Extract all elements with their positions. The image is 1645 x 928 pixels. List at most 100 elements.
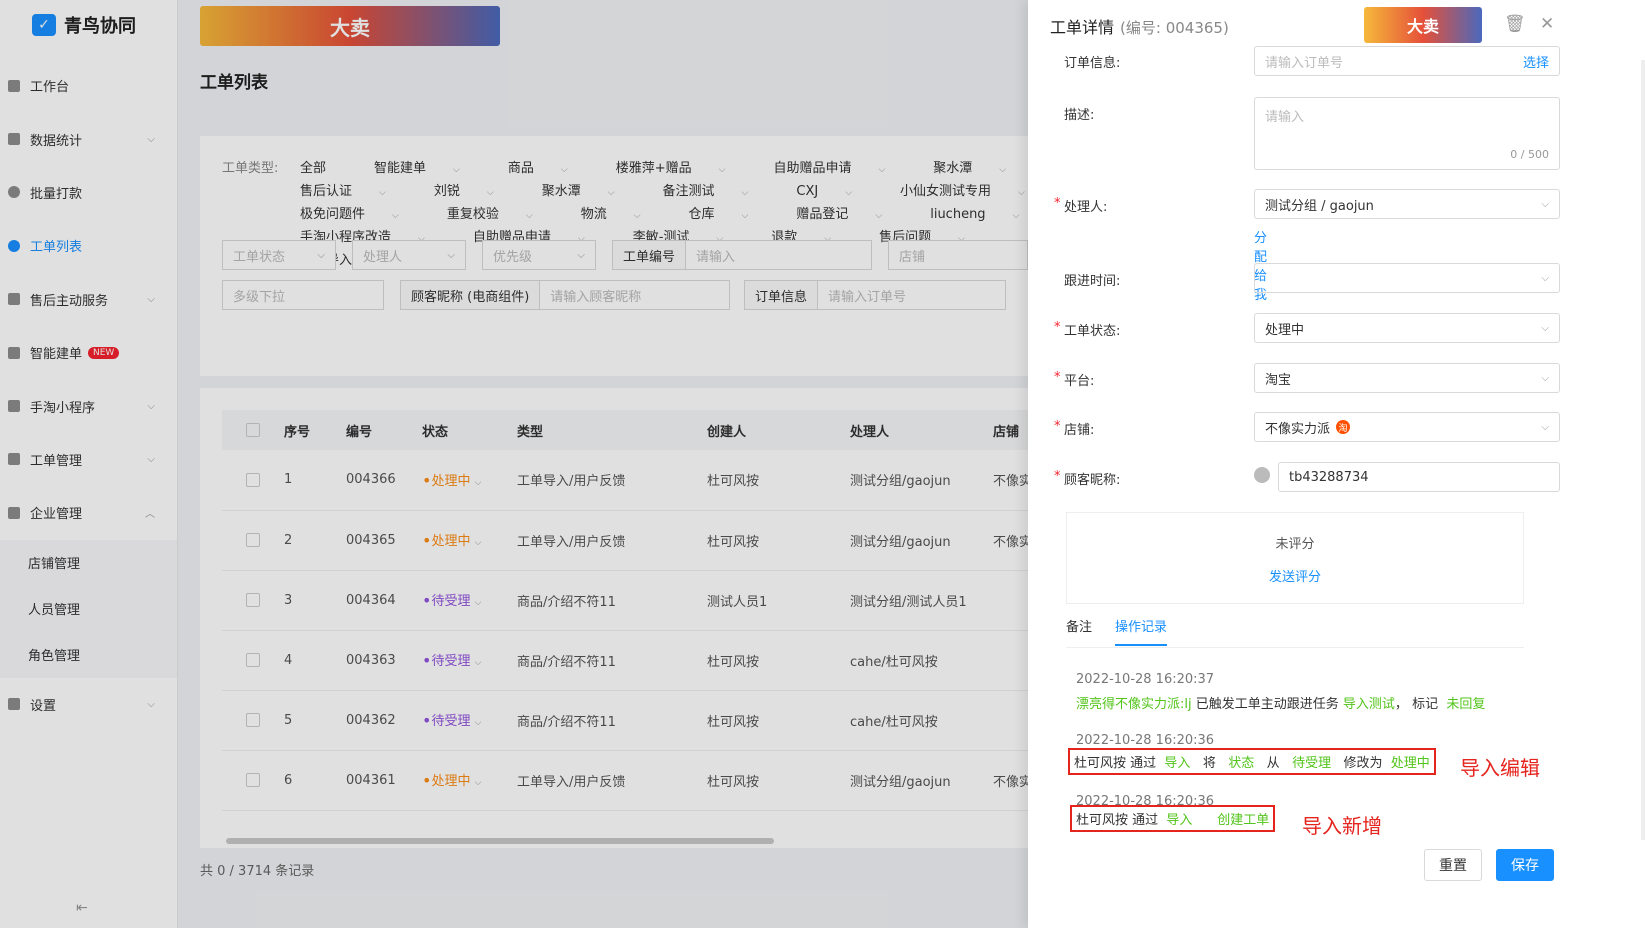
select-order-link[interactable]: 选择: [1523, 52, 1549, 71]
ticket-type-option[interactable]: 全部: [300, 158, 350, 179]
table-row[interactable]: 5 004362 •待受理 ⌵ 商品/介绍不符11 杜可风按 cahe/杜可风按: [222, 690, 1122, 751]
row-checkbox[interactable]: [246, 713, 260, 727]
cell-type: 工单导入/用户反馈: [517, 750, 707, 811]
sidebar-item-ticket-list[interactable]: 工单列表: [0, 219, 177, 272]
page-title: 工单列表: [200, 73, 268, 93]
ticket-type-option[interactable]: 极免问题件 ⌵: [300, 204, 423, 227]
table-row[interactable]: 2 004365 •处理中 ⌵ 工单导入/用户反馈 杜可风按 测试分组/gaojun 不像实: [222, 510, 1122, 571]
table-row[interactable]: 3 004364 •待受理 ⌵ 商品/介绍不符11 测试人员1 测试分组/测试人员1: [222, 570, 1122, 631]
status-select[interactable]: 处理中 ⌵: [1254, 313, 1560, 343]
ticket-type-option[interactable]: 刘锐 ⌵: [434, 181, 518, 204]
followup-time-select[interactable]: ⌵: [1254, 263, 1560, 293]
cell-status[interactable]: •待受理 ⌵: [422, 630, 517, 691]
sidebar-item-ticket-mgmt[interactable]: 工单管理 ⌵: [0, 433, 177, 486]
ticket-type-option[interactable]: 小仙女测试专用 ⌵: [900, 181, 1049, 204]
status-select[interactable]: 工单状态 ⌵: [222, 240, 336, 270]
status-label: * 工单状态:: [1054, 320, 1121, 339]
sidebar-item-smart-create[interactable]: 智能建单 NEW: [0, 326, 177, 379]
chevron-down-icon: ⌵: [474, 477, 482, 488]
trash-icon[interactable]: 🗑: [1504, 14, 1526, 34]
cell-no: 004362: [346, 690, 422, 751]
ticket-table-body: 1 004366 •处理中 ⌵ 工单导入/用户反馈 杜可风按 测试分组/gaojun 不像实…: [222, 450, 1122, 811]
table-row[interactable]: 4 004363 •待受理 ⌵ 商品/介绍不符11 杜可风按 cahe/杜可风按: [222, 630, 1122, 691]
collapse-sidebar-icon[interactable]: ⇤: [76, 900, 88, 916]
platform-select[interactable]: 淘宝 ⌵: [1254, 363, 1560, 393]
row-checkbox[interactable]: [246, 533, 260, 547]
multi-level-select[interactable]: 多级下拉: [222, 280, 384, 310]
required-mark: *: [1054, 469, 1061, 484]
customer-nick-field[interactable]: tb43288734: [1278, 462, 1560, 492]
ticket-type-option[interactable]: 自助赠品申请 ⌵: [773, 158, 909, 181]
row-checkbox[interactable]: [246, 472, 260, 487]
priority-select[interactable]: 优先级 ⌵: [482, 240, 596, 270]
ticket-type-option[interactable]: 赠品登记 ⌵: [796, 204, 906, 227]
row-checkbox[interactable]: [246, 653, 260, 667]
shop-select[interactable]: 店铺: [888, 240, 1028, 270]
ticket-type-option[interactable]: 仓库 ⌵: [689, 204, 773, 227]
status-badge: •处理中 ⌵: [422, 470, 482, 490]
shop-select[interactable]: 不像实力派淘 ⌵: [1254, 412, 1560, 442]
cell-handler: 测试分组/gaojun: [850, 750, 993, 811]
annotation-import-edit: 导入编辑: [1460, 756, 1540, 780]
annotation-import-add: 导入新增: [1302, 814, 1382, 838]
chevron-down-icon: ⌵: [633, 211, 641, 221]
cell-status[interactable]: •待受理 ⌵: [422, 690, 517, 751]
chevron-down-icon: ⌵: [147, 698, 155, 710]
sidebar-item-settings[interactable]: 设置 ⌵: [0, 678, 177, 731]
wangwang-icon[interactable]: [1254, 467, 1270, 483]
ticket-type-option[interactable]: 楼雅萍+赠品 ⌵: [616, 158, 750, 181]
table-row[interactable]: 6 004361 •处理中 ⌵ 工单导入/用户反馈 杜可风按 测试分组/gaojun 不像实: [222, 750, 1122, 811]
log-entry: 2022-10-28 16:20:36 杜可风按 通过 导入 将 状态 从 待受…: [1068, 733, 1436, 775]
ticket-type-option[interactable]: 重复校验 ⌵: [447, 204, 557, 227]
close-icon[interactable]: ✕: [1540, 14, 1554, 34]
app-logo[interactable]: ✓ 青鸟协同: [0, 0, 177, 50]
ticket-type-option[interactable]: 备注测试 ⌵: [663, 181, 773, 204]
ticket-type-option[interactable]: 物流 ⌵: [581, 204, 665, 227]
ticket-type-option[interactable]: CXJ ⌵: [796, 181, 876, 204]
ticket-no-input[interactable]: 工单编号 请输入: [612, 240, 872, 270]
ticket-type-option[interactable]: 售后认证 ⌵: [300, 181, 410, 204]
select-all-checkbox[interactable]: [246, 423, 260, 437]
tab-operation-log[interactable]: 操作记录: [1115, 616, 1168, 646]
sidebar-item-stats[interactable]: 数据统计 ⌵: [0, 112, 177, 165]
cell-status[interactable]: •待受理 ⌵: [422, 570, 517, 631]
sidebar-item-aftersale[interactable]: 售后主动服务 ⌵: [0, 273, 177, 326]
row-checkbox[interactable]: [246, 593, 260, 607]
save-button[interactable]: 保存: [1496, 849, 1554, 881]
sidebar-item-shops[interactable]: 店铺管理: [0, 539, 177, 586]
drawer-promo-banner[interactable]: 大卖: [1364, 7, 1482, 43]
description-textarea[interactable]: 请输入 0 / 500: [1254, 97, 1560, 170]
send-rating-link[interactable]: 发送评分: [1067, 566, 1523, 585]
sidebar-item-workbench[interactable]: 工作台: [0, 59, 177, 112]
sidebar-item-batch-pay[interactable]: 批量打款: [0, 166, 177, 219]
drawer-scrollbar[interactable]: [1641, 60, 1645, 840]
cell-status[interactable]: •处理中 ⌵: [422, 510, 517, 571]
reset-button[interactable]: 重置: [1424, 849, 1482, 881]
tab-notes[interactable]: 备注: [1066, 616, 1092, 635]
ticket-type-option[interactable]: liucheng ⌵: [930, 204, 1043, 227]
ticket-type-option[interactable]: 聚水潭 ⌵: [933, 158, 1030, 181]
ticket-type-option[interactable]: 商品 ⌵: [508, 158, 592, 181]
ticket-type-option[interactable]: 智能建单 ⌵: [374, 158, 484, 181]
cell-status[interactable]: •处理中 ⌵: [422, 750, 517, 811]
logo-check-icon: ✓: [32, 14, 56, 36]
sidebar-item-mini-program[interactable]: 手淘小程序 ⌵: [0, 379, 177, 432]
sidebar-item-enterprise[interactable]: 企业管理 ︿: [0, 486, 177, 539]
order-info-input[interactable]: 订单信息 请输入订单号: [744, 280, 1006, 310]
handler-select[interactable]: 测试分组 / gaojun ⌵: [1254, 189, 1560, 219]
ticket-type-option[interactable]: 聚水潭 ⌵: [542, 181, 639, 204]
table-horizontal-scrollbar[interactable]: [226, 838, 774, 844]
promo-banner[interactable]: 大卖: [200, 6, 500, 46]
table-row[interactable]: 1 004366 •处理中 ⌵ 工单导入/用户反馈 杜可风按 测试分组/gaojun 不像实: [222, 450, 1122, 511]
sidebar-item-people[interactable]: 人员管理: [0, 585, 177, 632]
row-select-cell: [222, 750, 284, 811]
cell-creator: 杜可风按: [707, 630, 850, 691]
handler-select[interactable]: 处理人 ⌵: [352, 240, 466, 270]
sidebar-item-roles[interactable]: 角色管理: [0, 631, 177, 678]
col-handler: 处理人: [850, 410, 993, 450]
cell-status[interactable]: •处理中 ⌵: [422, 450, 517, 511]
row-checkbox[interactable]: [246, 773, 260, 787]
customer-nick-input[interactable]: 顾客昵称 (电商组件) 请输入顾客昵称: [400, 280, 730, 310]
order-info-field[interactable]: 请输入订单号 选择: [1254, 46, 1560, 76]
chevron-down-icon: ⌵: [741, 188, 749, 198]
